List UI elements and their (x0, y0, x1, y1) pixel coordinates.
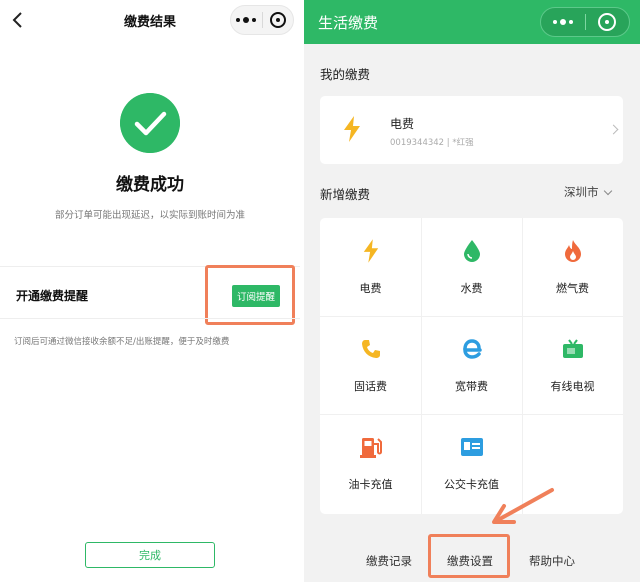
bill-account: 0019344342 | *红强 (390, 138, 474, 148)
nav-bar: 缴费结果 (0, 0, 300, 40)
chevron-down-icon (603, 186, 612, 195)
bill-type-broadband[interactable]: 宽带费 (421, 316, 522, 414)
target-icon (269, 12, 286, 28)
close-mini-program-button[interactable] (262, 5, 293, 35)
tab-payment-settings[interactable]: 缴费设置 (447, 553, 493, 569)
subscribe-reminder-button[interactable]: 订阅提醒 (232, 285, 280, 307)
success-title: 缴费成功 (116, 175, 184, 195)
bus-card-icon (461, 436, 483, 458)
bill-name: 电费 (390, 117, 415, 131)
more-button[interactable] (231, 5, 262, 35)
payment-result-screen: 缴费结果 缴费成功 部分订单可能出现延迟，以实际到账时间为准 开通缴费提醒 订阅… (0, 0, 300, 582)
delay-note: 部分订单可能出现延迟，以实际到账时间为准 (54, 210, 245, 221)
chevron-right-icon (608, 124, 619, 135)
broadband-e-icon (461, 338, 483, 360)
life-payment-screen: 生活缴费 我的缴费 电费 0019344342 | *红强 新增缴费 深圳市 电… (304, 0, 640, 582)
mini-program-capsule (230, 5, 294, 35)
tab-help-center[interactable]: 帮助中心 (529, 553, 575, 569)
bill-type-water[interactable]: 水费 (421, 218, 522, 316)
city-selector[interactable]: 深圳市 (564, 184, 612, 200)
divider (0, 318, 300, 319)
lightning-icon (344, 116, 360, 142)
bill-type-electricity[interactable]: 电费 (320, 218, 421, 316)
water-drop-icon (461, 240, 483, 262)
header-bar: 生活缴费 (304, 0, 640, 44)
success-check-icon (120, 93, 180, 153)
more-dots-icon (236, 17, 257, 23)
page-title: 生活缴费 (318, 14, 379, 32)
bill-type-cable-tv[interactable]: 有线电视 (522, 316, 623, 414)
more-button[interactable] (541, 7, 585, 37)
phone-icon (360, 338, 382, 360)
annotation-arrow-icon (492, 488, 554, 524)
bill-type-gas[interactable]: 燃气费 (522, 218, 623, 316)
reminder-note: 订阅后可通过微信接收余额不足/出账提醒，便于及时缴费 (14, 337, 230, 347)
reminder-label: 开通缴费提醒 (16, 289, 89, 303)
bill-type-landline[interactable]: 固话费 (320, 316, 421, 414)
fuel-pump-icon (360, 436, 382, 458)
tab-payment-records[interactable]: 缴费记录 (366, 553, 412, 569)
tv-icon (562, 338, 584, 360)
new-bills-title: 新增缴费 (320, 187, 371, 202)
bill-type-fuel-card[interactable]: 油卡充值 (320, 414, 421, 512)
my-bill-card[interactable]: 电费 0019344342 | *红强 (320, 96, 623, 164)
target-icon (598, 13, 617, 31)
close-mini-program-button[interactable] (585, 7, 629, 37)
lightning-icon (360, 239, 382, 263)
done-button[interactable]: 完成 (85, 542, 215, 568)
my-bills-title: 我的缴费 (320, 67, 371, 82)
flame-icon (562, 240, 584, 262)
mini-program-capsule (540, 7, 630, 37)
more-dots-icon (552, 19, 573, 25)
bill-type-grid: 电费 水费 燃气费 固话费 宽带费 有线电视 油卡充值 公交卡充值 (320, 218, 623, 514)
city-label: 深圳市 (564, 185, 599, 199)
